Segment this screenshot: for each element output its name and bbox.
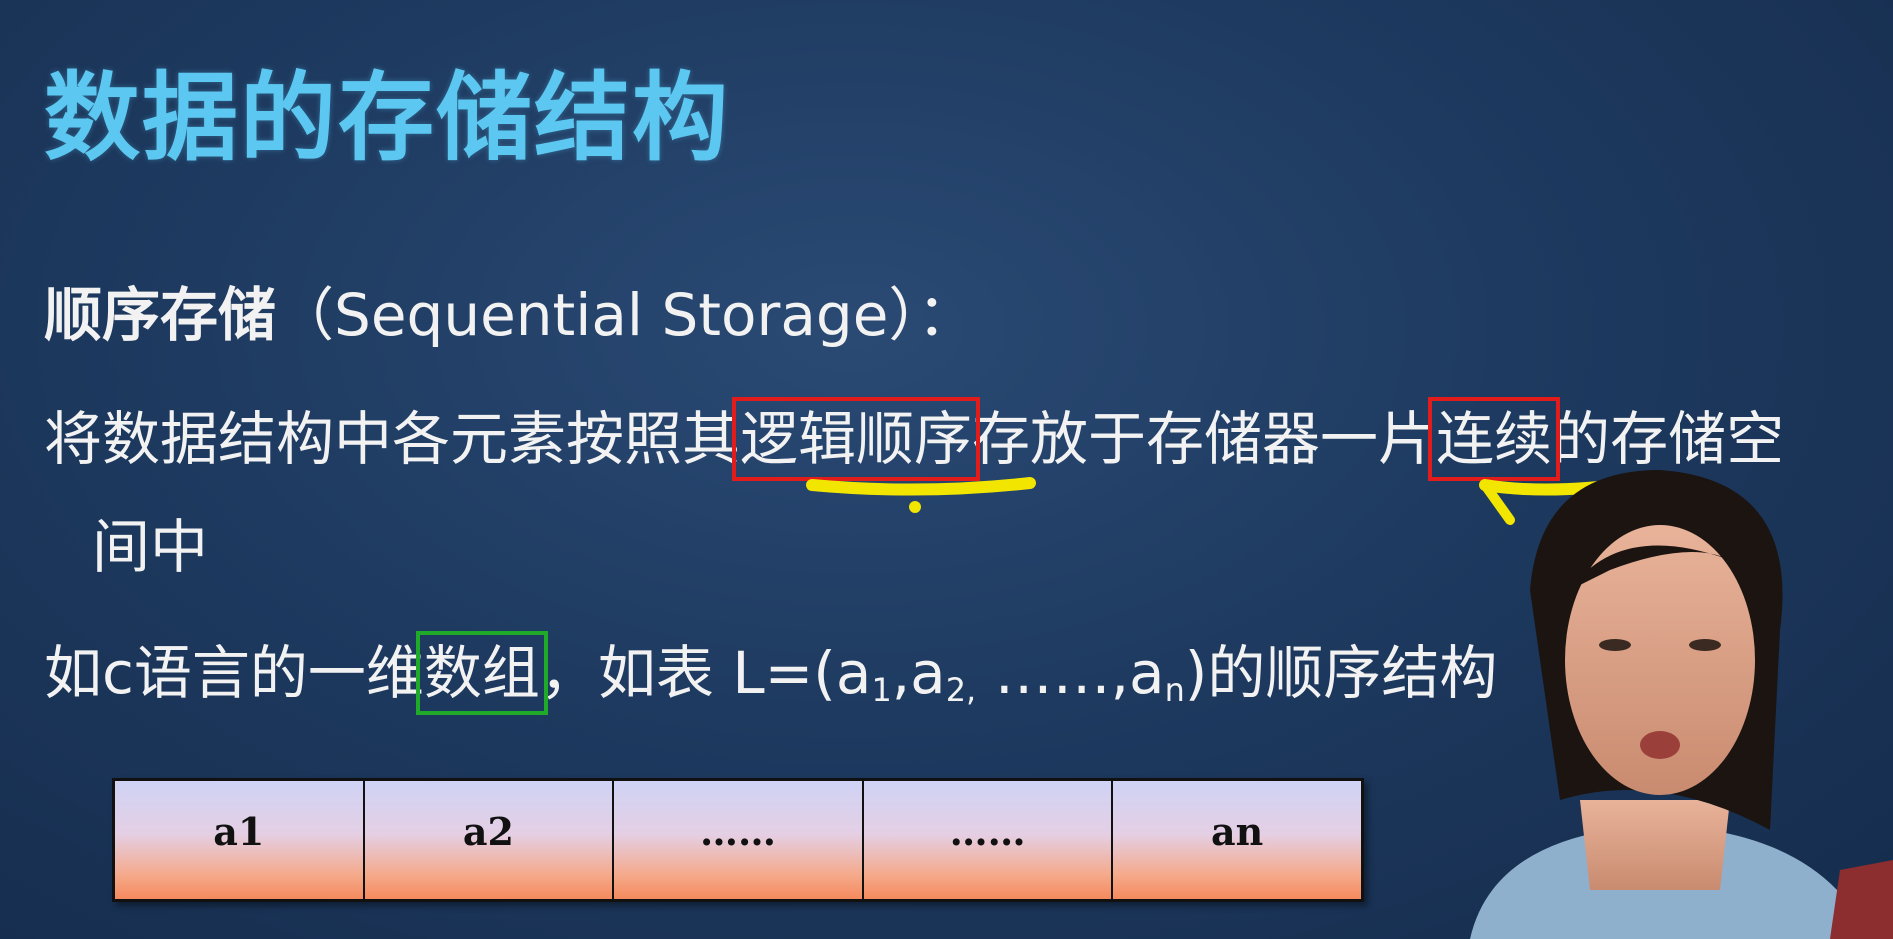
cell-label: a2 [462,809,514,854]
subscript: n [1164,670,1185,709]
array-cell: …… [863,781,1114,899]
section-heading: 顺序存储（Sequential Storage）： [44,268,975,352]
cell-label: an [1211,809,1264,854]
definition-text: 将数据结构中各元素按照其 [44,405,741,473]
definition-text: 的存储空 [1552,405,1785,473]
example-text: ……,a [976,639,1165,707]
array-cell: an [1113,781,1361,899]
cell-label: a1 [213,809,265,854]
heading-english: （Sequential Storage）： [276,281,976,349]
sequential-array-diagram: a1 a2 …… …… an [112,778,1364,902]
yellow-underline-annotation [806,477,1036,513]
presenter-image [1470,470,1893,939]
subscript: 2, [945,670,977,709]
highlight-array: 数组 [415,631,548,715]
cell-label: …… [949,809,1026,854]
array-cell: a2 [364,781,615,899]
highlight-continuous: 连续 [1428,397,1561,481]
array-cell: …… [614,781,864,899]
subscript: 1 [871,670,892,709]
definition-line-2: 间中 [92,513,209,581]
array-cell: a1 [115,781,365,899]
example-line: 如c语言的一维数组，如表 L=(a1,a2, ……,an)的顺序结构 [44,626,1497,715]
example-text: ，如表 L=(a [539,639,872,707]
lecture-slide: 数据的存储结构 顺序存储（Sequential Storage）： 将数据结构中… [0,0,1893,939]
cell-label: …… [699,809,776,854]
heading-chinese: 顺序存储 [44,281,277,349]
example-text: 如c语言的一维 [44,639,424,707]
example-text: ,a [891,639,946,707]
slide-title: 数据的存储结构 [44,62,730,174]
